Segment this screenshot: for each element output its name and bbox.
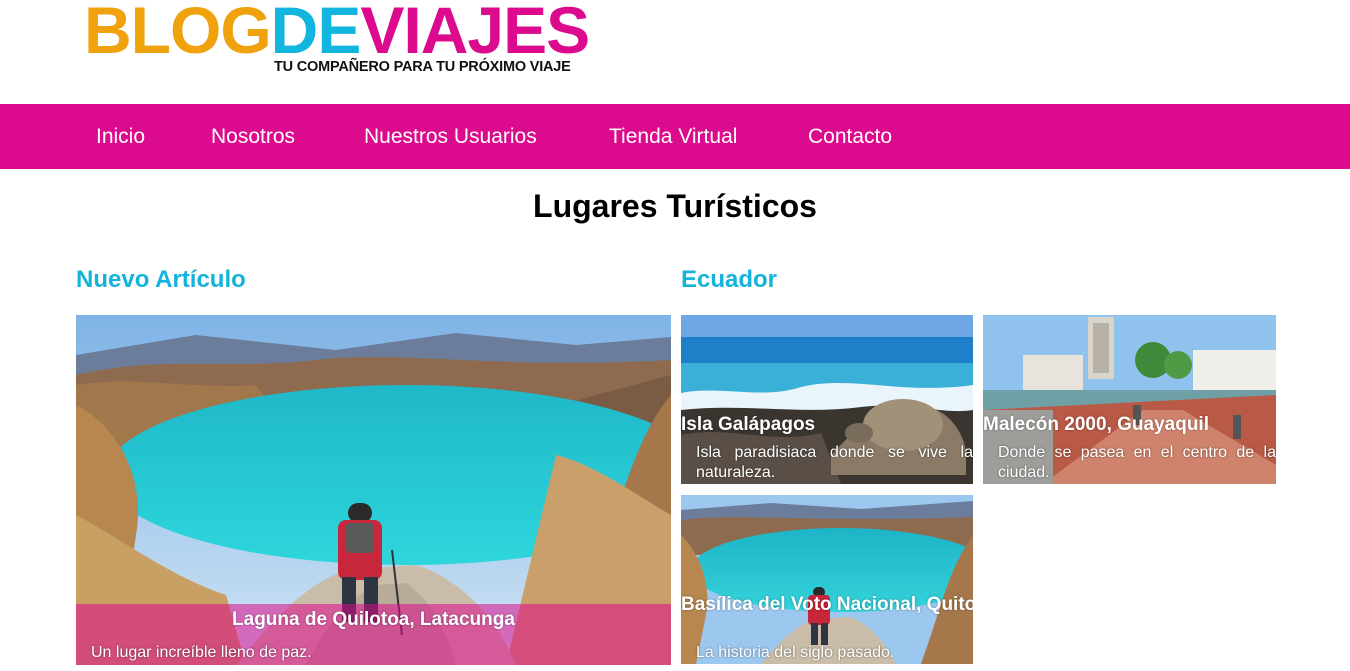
page-title: Lugares Turísticos: [533, 188, 817, 224]
nav-item-tienda-virtual[interactable]: Tienda Virtual: [609, 104, 737, 169]
ecuador-card-malecon[interactable]: Malecón 2000, Guayaquil Donde se pasea e…: [983, 315, 1276, 484]
featured-article-card[interactable]: Laguna de Quilotoa, Latacunga Un lugar i…: [76, 315, 671, 665]
logo-part-blog: BLOG: [84, 0, 272, 67]
logo-wordmark: BLOGDEVIAJES: [84, 0, 590, 68]
nav-item-nosotros[interactable]: Nosotros: [211, 104, 295, 169]
featured-card-description: Un lugar increíble lleno de paz.: [91, 644, 312, 661]
ecuador-card-galapagos[interactable]: Isla Galápagos Isla paradisiaca donde se…: [681, 315, 973, 484]
nav-item-inicio[interactable]: Inicio: [96, 104, 145, 169]
logo-part-viajes: VIAJES: [360, 0, 590, 67]
featured-card-title: Laguna de Quilotoa, Latacunga: [232, 609, 515, 630]
nav-item-nuestros-usuarios[interactable]: Nuestros Usuarios: [364, 104, 537, 169]
site-logo[interactable]: BLOGDEVIAJES TU COMPAÑERO PARA TU PRÓXIM…: [84, 0, 596, 80]
section-heading-ecuador: Ecuador: [681, 266, 778, 293]
galapagos-card-description: Isla paradisiaca donde se vive la natura…: [696, 444, 973, 481]
nav-item-contacto[interactable]: Contacto: [808, 104, 892, 169]
main-nav: Inicio Nosotros Nuestros Usuarios Tienda…: [0, 104, 1350, 169]
section-heading-nuevo-articulo: Nuevo Artículo: [76, 266, 246, 293]
logo-tagline: TU COMPAÑERO PARA TU PRÓXIMO VIAJE: [274, 59, 571, 75]
ecuador-card-basilica[interactable]: Basílica del Voto Nacional, Quito La his…: [681, 495, 973, 664]
site-header: BLOGDEVIAJES TU COMPAÑERO PARA TU PRÓXIM…: [0, 0, 1350, 104]
basilica-card-title: Basílica del Voto Nacional, Quito: [681, 594, 973, 615]
logo-part-de: DE: [270, 0, 362, 67]
malecon-card-description: Donde se pasea en el centro de la ciudad…: [998, 444, 1276, 481]
basilica-image: [681, 495, 973, 664]
basilica-card-description: La historia del siglo pasado.: [696, 644, 895, 661]
galapagos-card-title: Isla Galápagos: [681, 414, 816, 435]
malecon-card-title: Malecón 2000, Guayaquil: [983, 414, 1209, 435]
